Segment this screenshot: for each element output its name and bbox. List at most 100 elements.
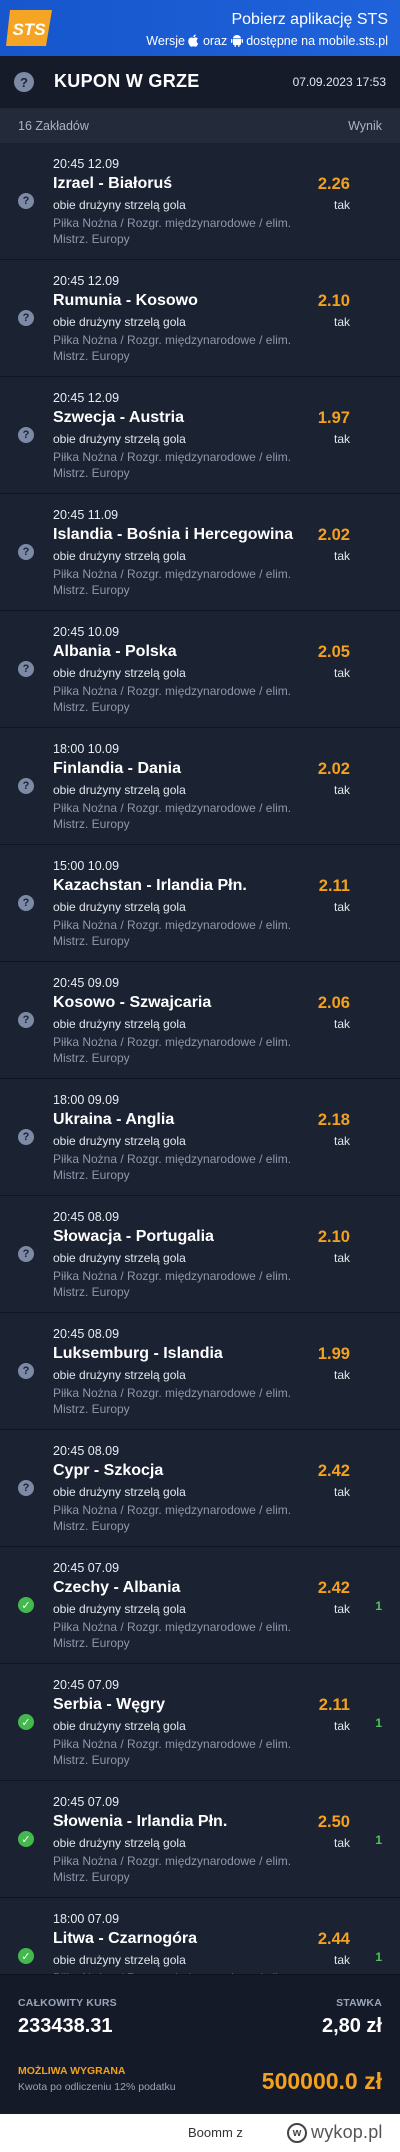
question-icon: ? [18, 310, 34, 326]
bet-row[interactable]: ? 20:45 08.09 Cypr - Szkocja obie drużyny s… [0, 1430, 400, 1547]
odds-value: 2.10 [317, 1228, 350, 1246]
bet-pick: tak [333, 1953, 350, 1967]
bet-pick: tak [333, 900, 350, 914]
odds-value: 2.18 [317, 1111, 350, 1129]
league-path: Piłka Nożna / Rozgr. międzynarodowe / el… [53, 1503, 292, 1533]
match-name[interactable]: Rumunia - Kosowo [53, 292, 198, 310]
league-path: Piłka Nożna / Rozgr. międzynarodowe / el… [53, 1620, 292, 1650]
bet-row[interactable]: ? 18:00 09.09 Ukraina - Anglia obie drużyny… [0, 1079, 400, 1196]
question-icon: ? [18, 544, 34, 560]
match-time: 20:45 09.09 [53, 976, 120, 990]
match-time: 20:45 08.09 [53, 1210, 120, 1224]
question-icon: ? [18, 778, 34, 794]
match-name[interactable]: Luksemburg - Islandia [53, 1345, 223, 1363]
match-time: 20:45 08.09 [53, 1327, 120, 1341]
possible-win-value: 500000.0 zł [261, 2068, 382, 2094]
bet-row[interactable]: ? 18:00 10.09 Finlandia - Dania obie drużyn… [0, 728, 400, 845]
possible-win-label: MOŻLIWA WYGRANA [18, 2065, 126, 2077]
match-name[interactable]: Czechy - Albania [53, 1579, 180, 1597]
match-name[interactable]: Islandia - Bośnia i Hercegowina [53, 526, 293, 544]
bet-row[interactable]: ? 20:45 08.09 Słowacja - Portugalia obie dr… [0, 1196, 400, 1313]
bet-row[interactable]: ? 20:45 12.09 Szwecja - Austria obie drużyn… [0, 377, 400, 494]
coupon-datetime: 07.09.2023 17:53 [292, 75, 386, 89]
match-time: 18:00 07.09 [53, 1912, 120, 1926]
odds-value: 1.99 [317, 1345, 350, 1363]
odds-value: 2.02 [317, 760, 350, 778]
match-time: 20:45 07.09 [53, 1795, 120, 1809]
bet-market: obie drużyny strzelą gola [53, 1017, 186, 1031]
question-icon: ? [18, 1129, 34, 1145]
bet-row[interactable]: ? 20:45 12.09 Izrael - Białoruś obie drużyn… [0, 143, 400, 260]
bet-market: obie drużyny strzelą gola [53, 1719, 186, 1733]
odds-value: 2.11 [318, 1696, 350, 1714]
match-name[interactable]: Szwecja - Austria [53, 409, 184, 427]
bet-market: obie drużyny strzelą gola [53, 198, 186, 212]
bet-row[interactable]: ✓ 20:45 07.09 Serbia - Węgry obie drużyny s… [0, 1664, 400, 1781]
bet-row[interactable]: ? 20:45 08.09 Luksemburg - Islandia obie dr… [0, 1313, 400, 1430]
match-name[interactable]: Kosowo - Szwajcaria [53, 994, 211, 1012]
coupon-summary: CAŁKOWITY KURS 233438.31 STAWKA 2,80 zł … [0, 1974, 400, 2115]
match-name[interactable]: Finlandia - Dania [53, 760, 181, 778]
bet-result: 1 [375, 1950, 382, 1964]
league-path: Piłka Nożna / Rozgr. międzynarodowe / el… [53, 918, 292, 948]
match-time: 20:45 12.09 [53, 157, 120, 171]
odds-value: 2.11 [318, 877, 350, 895]
league-path: Piłka Nożna / Rozgr. międzynarodowe / el… [53, 1269, 292, 1299]
bet-row[interactable]: ? 15:00 10.09 Kazachstan - Irlandia Płn. ob… [0, 845, 400, 962]
banner-subtitle: Wersje oraz dostępne na mobile.sts.pl [146, 32, 388, 52]
match-name[interactable]: Ukraina - Anglia [53, 1111, 174, 1129]
match-time: 15:00 10.09 [53, 859, 120, 873]
result-column-label: Wynik [348, 119, 382, 133]
bet-pick: tak [333, 1485, 350, 1499]
match-name[interactable]: Albania - Polska [53, 643, 177, 661]
match-time: 18:00 10.09 [53, 742, 120, 756]
bet-row[interactable]: ? 20:45 11.09 Islandia - Bośnia i Hercegow… [0, 494, 400, 611]
apple-icon [188, 34, 199, 52]
check-icon: ✓ [18, 1714, 34, 1730]
odds-value: 2.44 [317, 1930, 350, 1948]
bet-market: obie drużyny strzelą gola [53, 1485, 186, 1499]
odds-value: 2.06 [317, 994, 350, 1012]
bet-market: obie drużyny strzelą gola [53, 666, 186, 680]
league-path: Piłka Nożna / Rozgr. międzynarodowe / el… [53, 1854, 292, 1884]
league-path: Piłka Nożna / Rozgr. międzynarodowe / el… [53, 684, 292, 714]
question-icon: ? [18, 427, 34, 443]
stake-value: 2,80 zł [321, 2015, 382, 2037]
bets-column-header: 16 Zakładów Wynik [0, 109, 400, 143]
bet-row[interactable]: ✓ 20:45 07.09 Słowenia - Irlandia Płn. obie… [0, 1781, 400, 1898]
league-path: Piłka Nożna / Rozgr. międzynarodowe / el… [53, 801, 292, 831]
bet-market: obie drużyny strzelą gola [53, 783, 186, 797]
bet-pick: tak [333, 1602, 350, 1616]
match-name[interactable]: Słowenia - Irlandia Płn. [53, 1813, 227, 1831]
question-icon: ? [18, 1012, 34, 1028]
match-name[interactable]: Serbia - Węgry [53, 1696, 165, 1714]
bet-row[interactable]: ? 20:45 12.09 Rumunia - Kosowo obie drużyny… [0, 260, 400, 377]
odds-value: 2.02 [317, 526, 350, 544]
bet-market: obie drużyny strzelą gola [53, 900, 186, 914]
question-icon: ? [18, 193, 34, 209]
match-name[interactable]: Słowacja - Portugalia [53, 1228, 214, 1246]
banner-sub-text: oraz [202, 34, 228, 48]
odds-value: 2.50 [317, 1813, 350, 1831]
match-name[interactable]: Cypr - Szkocja [53, 1462, 163, 1480]
bet-market: obie drużyny strzelą gola [53, 432, 186, 446]
match-name[interactable]: Izrael - Białoruś [53, 175, 172, 193]
bet-market: obie drużyny strzelą gola [53, 1134, 186, 1148]
bet-row[interactable]: ✓ 20:45 07.09 Czechy - Albania obie drużyny… [0, 1547, 400, 1664]
bet-market: obie drużyny strzelą gola [53, 315, 186, 329]
bet-row[interactable]: ? 20:45 10.09 Albania - Polska obie drużyny… [0, 611, 400, 728]
bet-pick: tak [333, 198, 350, 212]
bet-pick: tak [333, 549, 350, 563]
app-download-banner[interactable]: STS Pobierz aplikację STS Wersje oraz do… [0, 0, 400, 56]
match-name[interactable]: Kazachstan - Irlandia Płn. [53, 877, 247, 895]
league-path: Piłka Nożna / Rozgr. międzynarodowe / el… [53, 1386, 292, 1416]
coupon-header: ? KUPON W GRZE 07.09.2023 17:53 [0, 56, 400, 109]
help-icon[interactable]: ? [14, 72, 34, 92]
bet-row[interactable]: ? 20:45 09.09 Kosowo - Szwajcaria obie druż… [0, 962, 400, 1079]
bet-market: obie drużyny strzelą gola [53, 1251, 186, 1265]
bet-pick: tak [333, 1134, 350, 1148]
android-icon [230, 34, 243, 52]
bet-pick: tak [333, 783, 350, 797]
match-name[interactable]: Litwa - Czarnogóra [53, 1930, 197, 1948]
banner-sub-text: dostępne na mobile.sts.pl [246, 34, 388, 48]
